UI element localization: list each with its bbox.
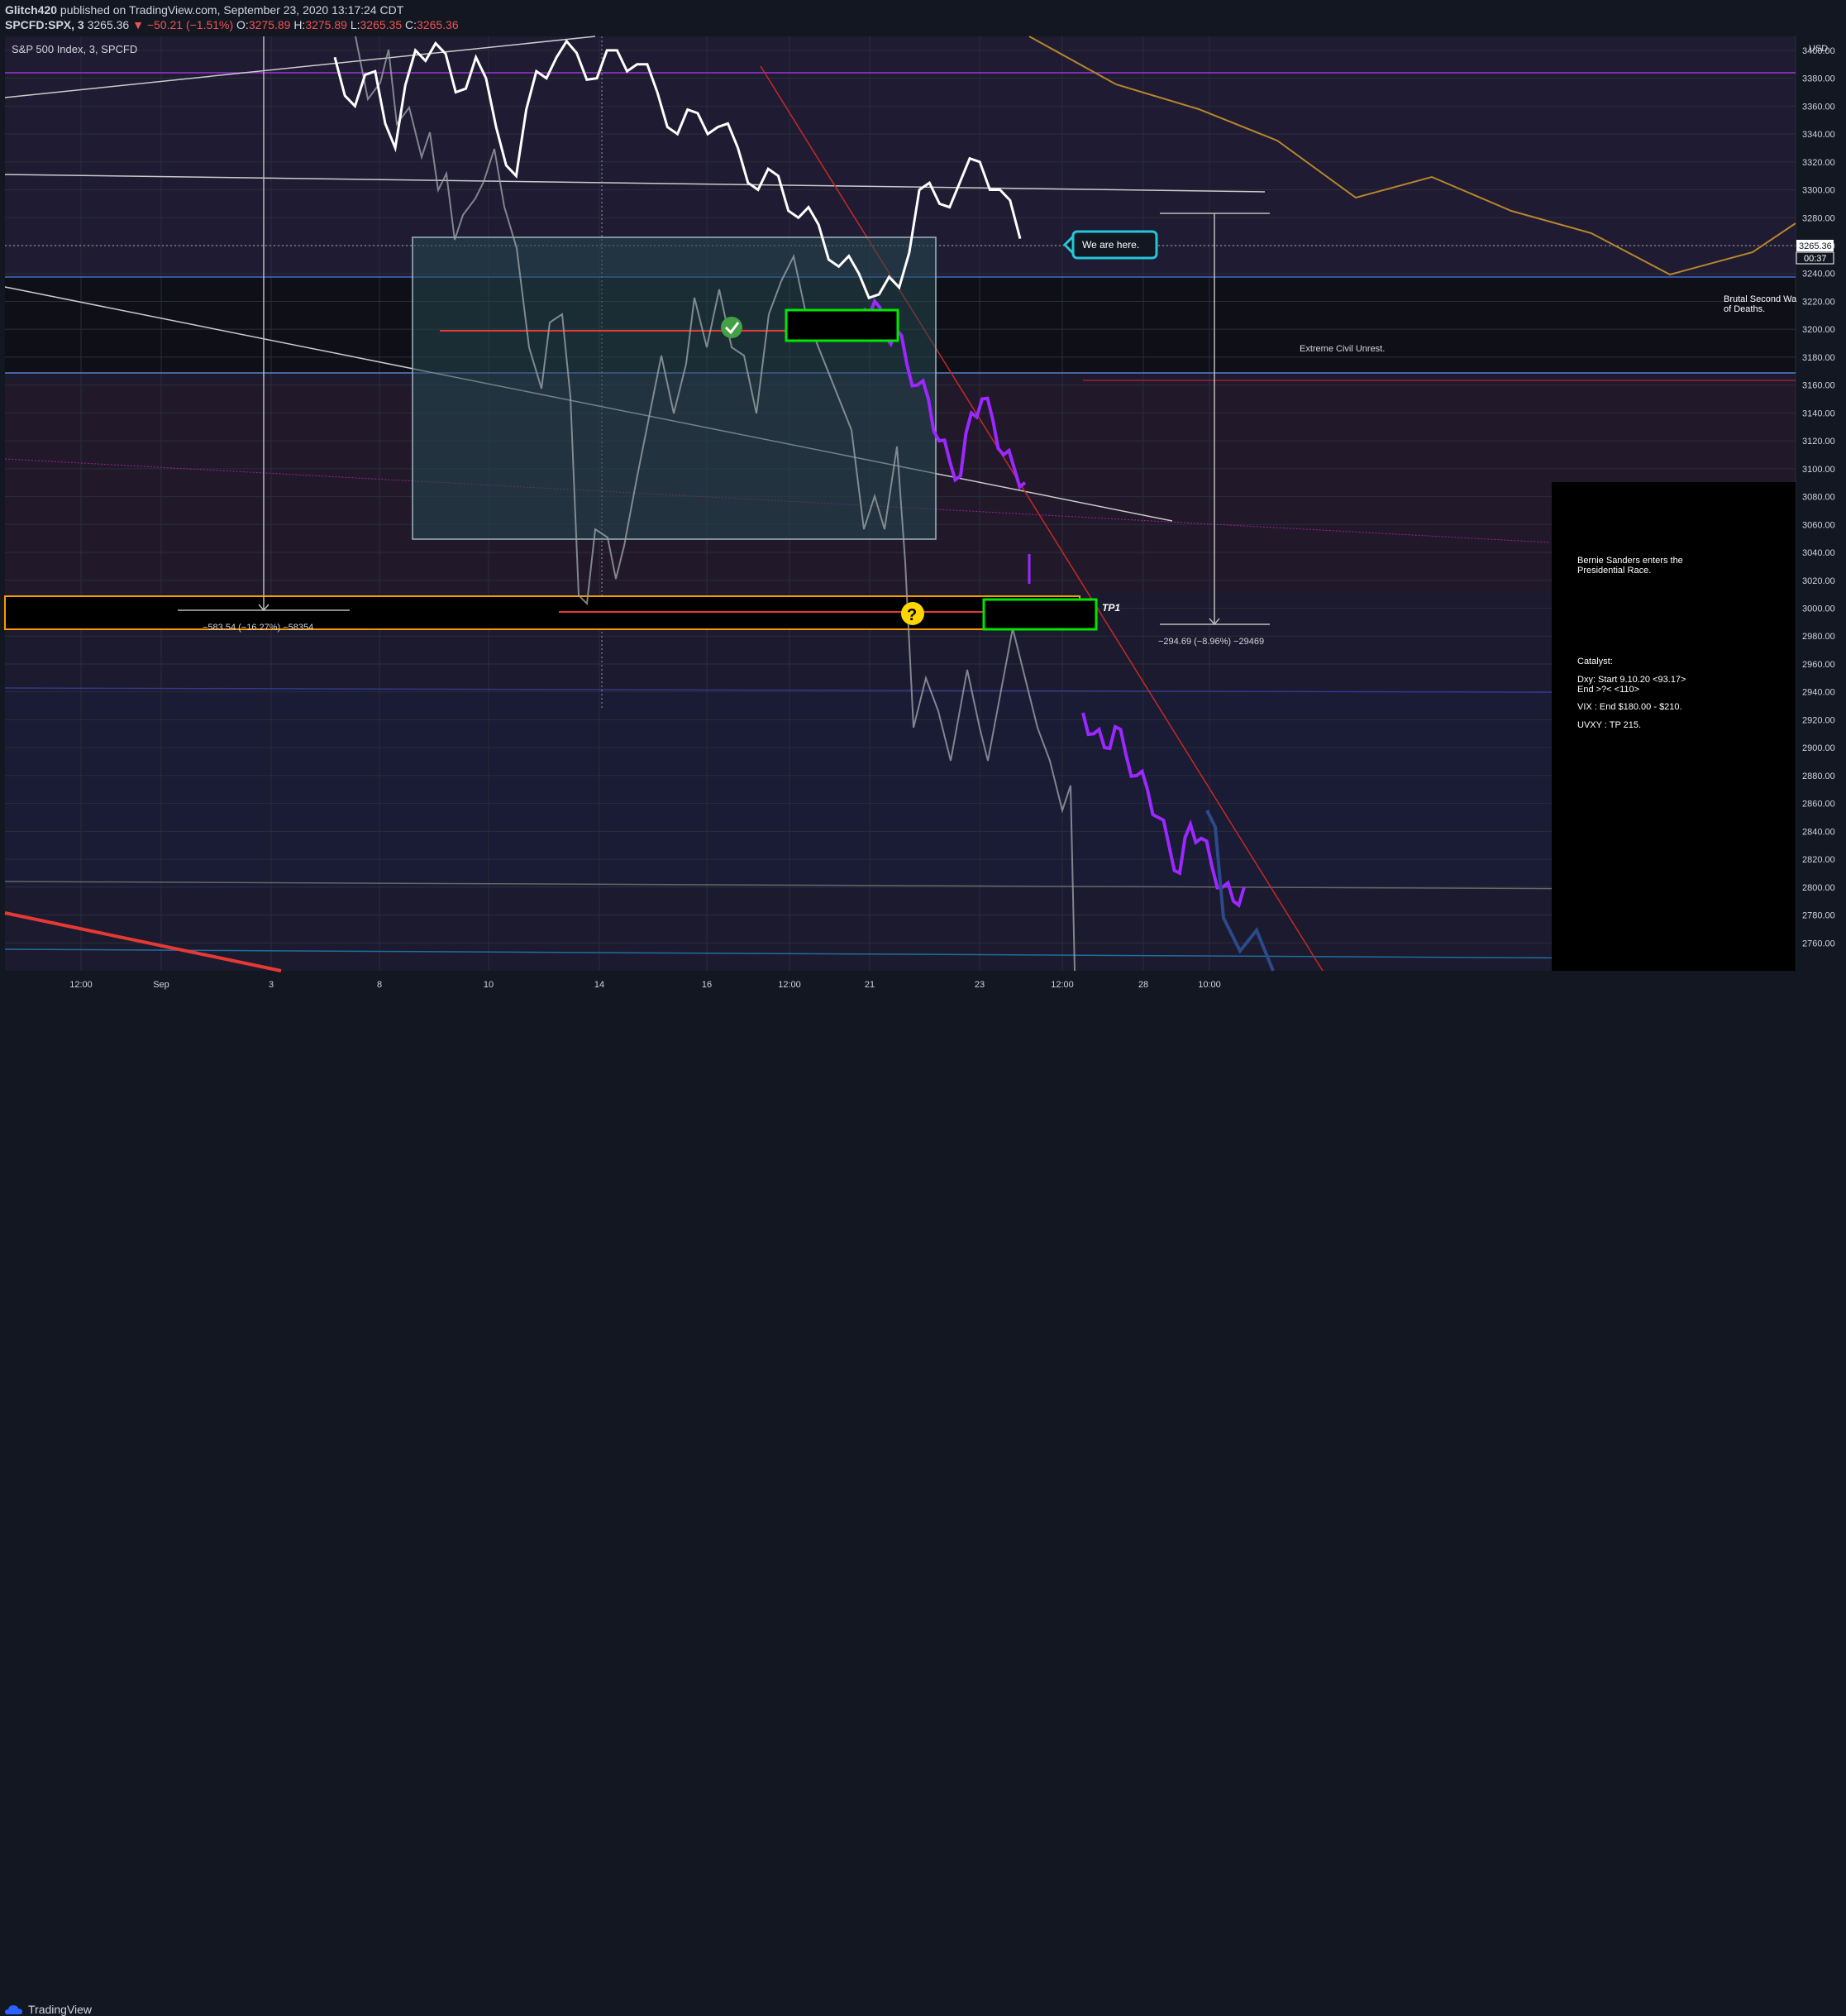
- y-tick-label: 3340.00: [1802, 130, 1835, 140]
- y-tick-label: 2760.00: [1802, 939, 1835, 948]
- y-tick-label: 3180.00: [1802, 353, 1835, 363]
- currency-label: USD: [1809, 44, 1828, 54]
- chart-footer: TradingView: [0, 999, 1846, 2016]
- y-tick-label: 2820.00: [1802, 855, 1835, 865]
- y-tick-label: 3120.00: [1802, 437, 1835, 447]
- civil-unrest-label: Extreme Civil Unrest.: [1300, 344, 1385, 354]
- x-tick-label: 10:00: [1198, 980, 1221, 990]
- we-are-here-callout: We are here.: [1062, 230, 1158, 260]
- measure-right-label: −294.69 (−8.96%) −29469: [1158, 637, 1264, 647]
- note-bernie-2: Presidential Race.: [1577, 566, 1651, 576]
- y-tick-label: 3140.00: [1802, 408, 1835, 418]
- time-axis[interactable]: 12:00 Sep 3 8 10 14 16 12:00 21 23 12:00 28 10:00: [69, 980, 1221, 990]
- tradingview-logo[interactable]: TradingView: [5, 2003, 92, 2016]
- x-tick-label: Sep: [153, 980, 169, 990]
- y-tick-label: 2900.00: [1802, 743, 1835, 753]
- x-tick-label: 12:00: [69, 980, 93, 990]
- y-tick-label: 3300.00: [1802, 186, 1835, 196]
- y-tick-label: 2840.00: [1802, 827, 1835, 837]
- brutal-wave-label-1: Brutal Second Wa: [1724, 294, 1797, 304]
- check-icon: [721, 317, 742, 338]
- tradingview-cloud-icon: [5, 2005, 22, 2014]
- tp1-label: TP1: [1102, 602, 1120, 614]
- y-tick-label: 2860.00: [1802, 800, 1835, 810]
- note-vix: VIX : End $180.00 - $210.: [1577, 702, 1682, 712]
- svg-text:?: ?: [907, 606, 917, 624]
- y-tick-label: 2920.00: [1802, 715, 1835, 725]
- y-tick-label: 3240.00: [1802, 270, 1835, 279]
- pane-title: S&P 500 Index, 3, SPCFD: [12, 43, 137, 55]
- price-tag: 3265.36: [1799, 241, 1832, 251]
- y-tick-label: 3360.00: [1802, 102, 1835, 112]
- x-tick-label: 8: [377, 980, 382, 990]
- x-tick-label: 12:00: [1051, 980, 1074, 990]
- x-tick-label: 16: [702, 980, 712, 990]
- range-box: [412, 236, 937, 540]
- measure-left-label: −583.54 (−16.27%) −58354: [203, 623, 313, 633]
- question-icon: ?: [901, 602, 924, 625]
- chart-canvas[interactable]: 2760.00 2780.00 2800.00 2820.00 2840.00 2860.…: [0, 0, 1846, 1026]
- note-catalyst: Catalyst:: [1577, 657, 1613, 666]
- note-uvxy: UVXY : TP 215.: [1577, 720, 1641, 730]
- green-target-box-upper: [785, 308, 899, 342]
- y-tick-label: 2800.00: [1802, 883, 1835, 893]
- y-tick-label: 3080.00: [1802, 493, 1835, 503]
- x-tick-label: 3: [269, 980, 274, 990]
- y-tick-label: 3200.00: [1802, 325, 1835, 335]
- y-tick-label: 2960.00: [1802, 660, 1835, 670]
- y-tick-label: 3020.00: [1802, 576, 1835, 586]
- x-tick-label: 14: [594, 980, 604, 990]
- y-tick-label: 3220.00: [1802, 297, 1835, 307]
- y-tick-label: 3320.00: [1802, 158, 1835, 168]
- note-dxy-2: End >?< <110>: [1577, 685, 1639, 695]
- x-tick-label: 28: [1138, 980, 1148, 990]
- y-tick-label: 3280.00: [1802, 213, 1835, 223]
- svg-text:We are here.: We are here.: [1082, 239, 1139, 251]
- price-axis[interactable]: 2760.00 2780.00 2800.00 2820.00 2840.00 2860.…: [1802, 46, 1835, 948]
- y-tick-label: 3160.00: [1802, 381, 1835, 391]
- y-tick-label: 2780.00: [1802, 911, 1835, 921]
- time-tag: 00:37: [1804, 254, 1827, 264]
- x-tick-label: 10: [484, 980, 494, 990]
- x-tick-label: 12:00: [778, 980, 801, 990]
- x-tick-label: 23: [975, 980, 985, 990]
- brutal-wave-label-2: of Deaths.: [1724, 304, 1765, 314]
- y-tick-label: 2880.00: [1802, 772, 1835, 781]
- green-target-box-lower: [982, 598, 1098, 631]
- y-tick-label: 3100.00: [1802, 465, 1835, 475]
- tradingview-brand: TradingView: [28, 2003, 93, 2016]
- y-tick-label: 3000.00: [1802, 604, 1835, 614]
- x-tick-label: 21: [865, 980, 875, 990]
- y-tick-label: 3040.00: [1802, 548, 1835, 558]
- note-dxy-1: Dxy: Start 9.10.20 <93.17>: [1577, 675, 1686, 685]
- y-tick-label: 2940.00: [1802, 688, 1835, 698]
- note-bernie-1: Bernie Sanders enters the: [1577, 556, 1683, 566]
- y-tick-label: 3380.00: [1802, 74, 1835, 84]
- y-tick-label: 3060.00: [1802, 520, 1835, 530]
- y-tick-label: 2980.00: [1802, 632, 1835, 642]
